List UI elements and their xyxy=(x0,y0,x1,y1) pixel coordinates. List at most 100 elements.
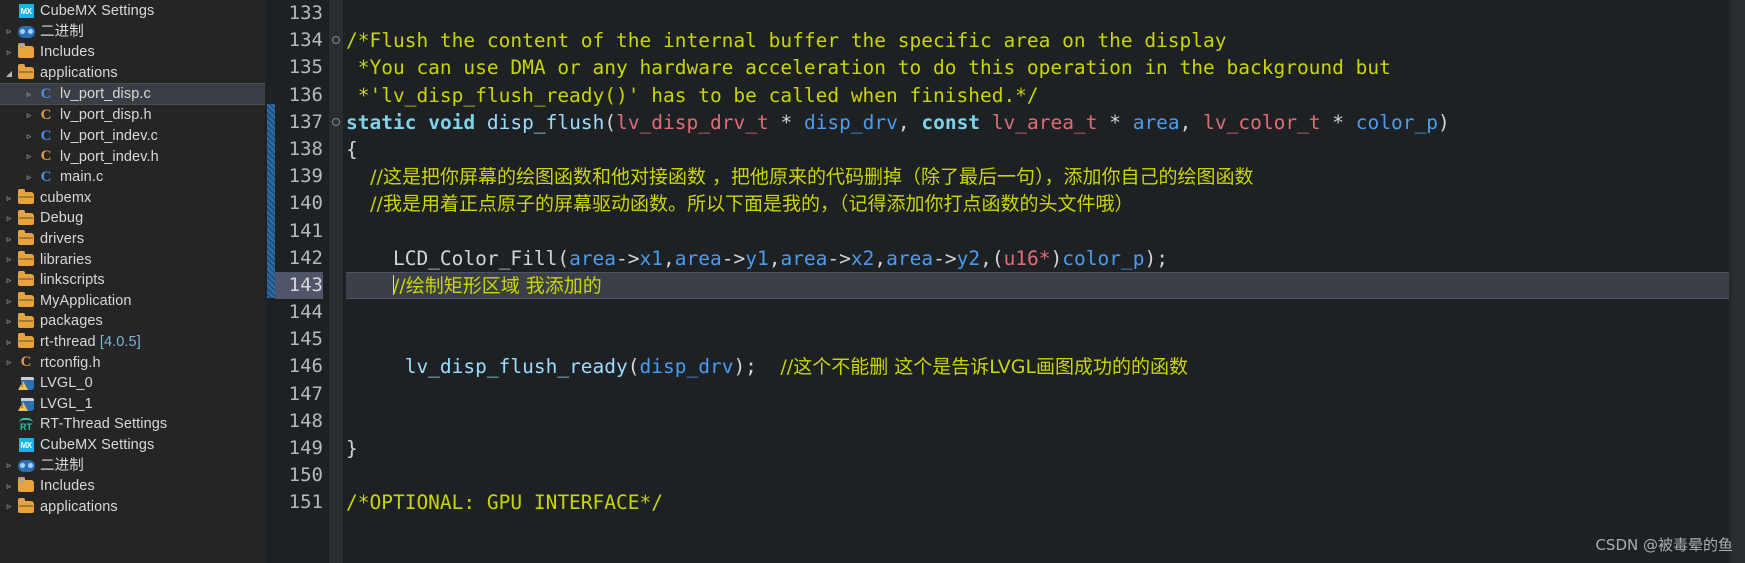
code-line[interactable]: //这是把你屏幕的绘图函数和他对接函数 ，把他原来的代码删掉（除了最后一句），添… xyxy=(346,163,1729,190)
tree-item-CubeMXSettings[interactable]: MX CubeMX Settings xyxy=(0,435,265,456)
code-line[interactable]: //我是用着正点原子的屏幕驱动函数。所以下面是我的，（记得添加你打点函数的头文件… xyxy=(346,190,1729,217)
chevron-right-icon[interactable] xyxy=(2,27,16,36)
binary-icon xyxy=(16,25,36,38)
tree-item-applications[interactable]: applications xyxy=(0,497,265,518)
c-source-icon: C xyxy=(40,127,52,144)
chevron-right-icon[interactable] xyxy=(2,482,16,491)
code-line[interactable]: //绘制矩形区域 我添加的 xyxy=(346,271,1729,300)
code-line[interactable]: lv_disp_flush_ready(disp_drv); //这个不能删 这… xyxy=(346,353,1729,380)
tree-item-rtthread[interactable]: rt-thread [4.0.5] xyxy=(0,332,265,353)
code-token: //我是用着正点原子的屏幕驱动函数。所以下面是我的，（记得添加你打点函数的头文件… xyxy=(346,193,1134,216)
tree-item-LVGL_0[interactable]: LVGL_0 xyxy=(0,373,265,394)
chevron-right-icon[interactable] xyxy=(2,255,16,264)
fold-toggle-icon[interactable] xyxy=(332,117,340,126)
chevron-right-icon[interactable] xyxy=(2,338,16,347)
line-number: 136 xyxy=(288,83,323,106)
tree-item-libraries[interactable]: libraries xyxy=(0,250,265,271)
tree-item-main.c[interactable]: Cmain.c xyxy=(0,167,265,188)
tree-item-[interactable]: 二进制 xyxy=(0,22,265,43)
code-line[interactable] xyxy=(346,0,1729,27)
code-line[interactable]: { xyxy=(346,136,1729,163)
chevron-right-icon[interactable] xyxy=(2,48,16,57)
chevron-right-icon[interactable] xyxy=(2,317,16,326)
tree-item-Includes[interactable]: Includes xyxy=(0,40,265,63)
code-text-area[interactable]: /*Flush the content of the internal buff… xyxy=(343,0,1729,563)
folder-icon xyxy=(16,230,36,246)
line-number: 145 xyxy=(288,328,323,351)
c-header-icon: C xyxy=(40,107,52,124)
fold-toggle-icon[interactable] xyxy=(332,36,340,45)
c-header-icon: C xyxy=(20,354,32,371)
tree-item-MyApplication[interactable]: MyApplication xyxy=(0,291,265,312)
tree-item-label: 二进制 xyxy=(40,457,84,474)
tree-item-label: rt-thread [4.0.5] xyxy=(40,333,141,350)
editor-marker-bar xyxy=(265,0,275,563)
chevron-right-icon[interactable] xyxy=(22,152,36,161)
chevron-right-icon[interactable] xyxy=(2,194,16,203)
tree-item-linkscripts[interactable]: linkscripts xyxy=(0,270,265,291)
tree-item-Debug[interactable]: Debug xyxy=(0,208,265,229)
project-explorer-tree[interactable]: MX CubeMX Settings 二进制 Includes applications… xyxy=(0,0,265,563)
code-line[interactable] xyxy=(346,299,1729,326)
tree-item-applications[interactable]: applications xyxy=(0,63,265,84)
code-line[interactable] xyxy=(346,462,1729,489)
tree-item-lv_port_indev.c[interactable]: Clv_port_indev.c xyxy=(0,126,265,147)
binary-icon xyxy=(16,459,36,472)
chevron-right-icon[interactable] xyxy=(2,461,16,470)
chevron-right-icon[interactable] xyxy=(2,276,16,285)
code-token: ) xyxy=(1437,110,1450,134)
code-line[interactable]: /*Flush the content of the internal buff… xyxy=(346,27,1729,54)
tree-item-label: applications xyxy=(40,498,118,515)
code-line[interactable] xyxy=(346,218,1729,245)
code-token: //绘制矩形区域 我添加的 xyxy=(392,274,602,297)
tree-item-LVGL_1[interactable]: LVGL_1 xyxy=(0,394,265,415)
chevron-right-icon[interactable] xyxy=(2,502,16,511)
code-folding-column[interactable] xyxy=(329,0,343,563)
tree-item-drivers[interactable]: drivers xyxy=(0,229,265,250)
code-token: lv_disp_drv_t xyxy=(616,110,769,134)
tree-item-label: linkscripts xyxy=(40,272,105,289)
tree-item-RTThreadSettings[interactable]: RT RT-Thread Settings xyxy=(0,414,265,435)
tree-item-Includes[interactable]: Includes xyxy=(0,474,265,497)
chevron-right-icon[interactable] xyxy=(22,90,36,99)
tree-item-[interactable]: 二进制 xyxy=(0,455,265,476)
chevron-right-icon[interactable] xyxy=(22,111,36,120)
code-token: *You can use DMA or any hardware acceler… xyxy=(346,56,1391,80)
code-token: area xyxy=(569,246,617,270)
tree-item-CubeMXSettings[interactable]: MX CubeMX Settings xyxy=(0,1,265,22)
tree-item-label: main.c xyxy=(60,169,104,186)
chevron-right-icon[interactable] xyxy=(22,132,36,141)
line-number: 143 xyxy=(275,271,323,300)
code-token: /*Flush the content of the internal buff… xyxy=(346,29,1227,53)
tree-item-lv_port_indev.h[interactable]: Clv_port_indev.h xyxy=(0,147,265,168)
code-line[interactable] xyxy=(346,381,1729,408)
code-line[interactable]: /*OPTIONAL: GPU INTERFACE*/ xyxy=(346,489,1729,516)
tree-item-packages[interactable]: packages xyxy=(0,311,265,332)
code-line[interactable]: *'lv_disp_flush_ready()' has to be calle… xyxy=(346,82,1729,109)
line-number: 139 xyxy=(288,165,323,188)
folder-icon xyxy=(16,333,36,349)
tree-item-label: cubemx xyxy=(40,189,92,206)
chevron-down-icon[interactable] xyxy=(2,69,16,78)
code-line[interactable]: } xyxy=(346,435,1729,462)
code-editor[interactable]: 133 134 135 136 137 138 139 140 141 142 143 144 145 1… xyxy=(265,0,1745,563)
code-line[interactable]: LCD_Color_Fill(area->x1,area->y1,area->x… xyxy=(346,245,1729,272)
tree-item-cubemx[interactable]: cubemx xyxy=(0,188,265,209)
code-line[interactable]: static void disp_flush(lv_disp_drv_t * d… xyxy=(346,109,1729,136)
chevron-right-icon[interactable] xyxy=(2,235,16,244)
changed-lines-indicator xyxy=(267,104,275,298)
tree-item-lv_port_disp.c[interactable]: Clv_port_disp.c xyxy=(0,83,265,106)
chevron-right-icon[interactable] xyxy=(2,297,16,306)
code-line[interactable] xyxy=(346,326,1729,353)
chevron-right-icon[interactable] xyxy=(22,173,36,182)
chevron-right-icon[interactable] xyxy=(2,358,16,367)
code-token: ) xyxy=(1050,246,1063,270)
tree-item-rtconfig.h[interactable]: Crtconfig.h xyxy=(0,353,265,374)
folder-icon xyxy=(16,271,36,287)
tree-item-lv_port_disp.h[interactable]: Clv_port_disp.h xyxy=(0,105,265,126)
code-line[interactable] xyxy=(346,408,1729,435)
code-token: y1 xyxy=(745,246,769,270)
chevron-right-icon[interactable] xyxy=(2,214,16,223)
code-line[interactable]: *You can use DMA or any hardware acceler… xyxy=(346,54,1729,81)
